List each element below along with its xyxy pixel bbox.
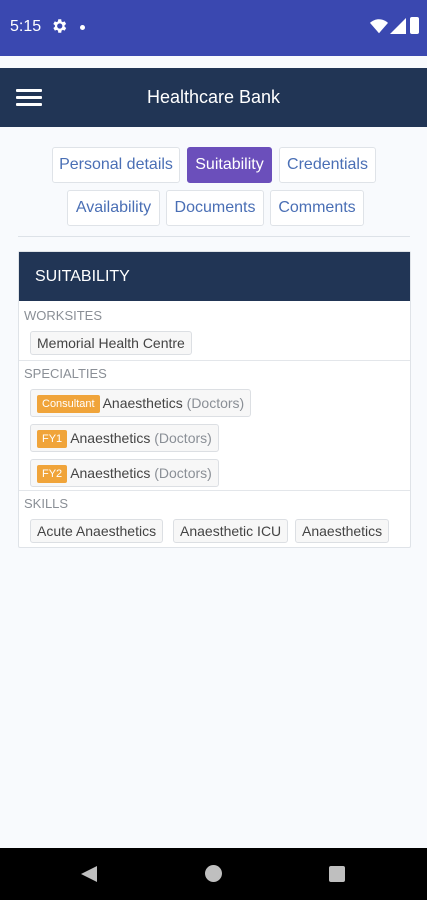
notification-dot-icon: [80, 25, 85, 30]
specialty-name: Anaesthetics: [70, 465, 151, 481]
skill-chip: Anaesthetics: [295, 519, 390, 543]
skills-label: SKILLS: [24, 496, 69, 511]
navigation-bar: [0, 848, 427, 900]
specialty-chip: FY2 Anaesthetics (Doctors): [30, 459, 219, 487]
worksite-chip: Memorial Health Centre: [30, 331, 192, 355]
tabs-divider: [18, 236, 410, 237]
suitability-card: SUITABILITY WORKSITES Memorial Health Ce…: [18, 251, 411, 548]
specialty-name: Anaesthetics: [70, 430, 151, 446]
tab-comments[interactable]: Comments: [270, 190, 364, 226]
specialty-category: (Doctors): [154, 465, 212, 481]
specialty-chip: Consultant Anaesthetics (Doctors): [30, 389, 252, 417]
signal-icon: [390, 18, 406, 34]
section-divider: [19, 490, 410, 491]
grade-badge: FY1: [37, 430, 68, 448]
specialty-category: (Doctors): [186, 395, 245, 411]
specialty-name: Anaesthetics: [102, 395, 183, 411]
battery-icon: [410, 17, 419, 34]
tab-personal-details[interactable]: Personal details: [52, 147, 180, 183]
app-bar: Healthcare Bank: [0, 68, 427, 127]
specialties-label: SPECIALTIES: [24, 366, 107, 381]
grade-badge: FY2: [37, 465, 68, 483]
gear-icon: [53, 19, 67, 33]
tab-availability[interactable]: Availability: [67, 190, 160, 226]
tab-documents[interactable]: Documents: [166, 190, 264, 226]
status-time: 5:15: [10, 18, 42, 35]
tab-suitability[interactable]: Suitability: [187, 147, 272, 183]
app-title: Healthcare Bank: [146, 87, 281, 107]
home-icon[interactable]: [205, 865, 222, 882]
card-title: SUITABILITY: [19, 252, 410, 301]
worksite-name: Memorial Health Centre: [37, 335, 185, 351]
tab-credentials[interactable]: Credentials: [279, 147, 376, 183]
status-bar: 5:15: [0, 0, 427, 56]
specialty-chip: FY1 Anaesthetics (Doctors): [30, 424, 219, 452]
recents-icon[interactable]: [329, 866, 345, 882]
worksites-label: WORKSITES: [24, 308, 103, 323]
skill-chip: Acute Anaesthetics: [30, 519, 164, 543]
wifi-icon: [370, 19, 388, 34]
section-divider: [19, 360, 410, 361]
back-icon[interactable]: [80, 865, 98, 883]
skill-chip: Anaesthetic ICU: [173, 519, 289, 543]
grade-badge: Consultant: [37, 395, 100, 413]
specialty-category: (Doctors): [154, 430, 212, 446]
